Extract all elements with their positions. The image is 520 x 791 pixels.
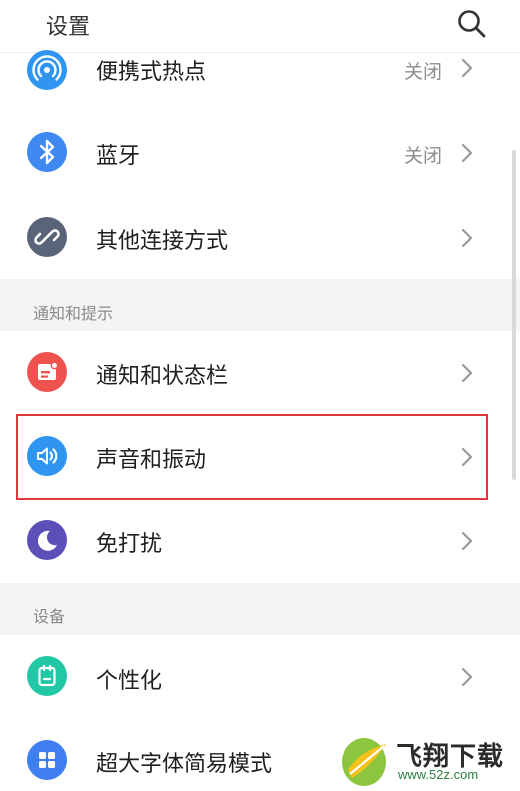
search-icon[interactable]	[455, 7, 489, 41]
settings-row-label: 便携式热点	[96, 60, 207, 85]
chevron-right-icon	[460, 57, 474, 79]
scrollbar[interactable]	[512, 150, 516, 480]
settings-row-label: 个性化	[96, 669, 163, 694]
settings-row-other-connections[interactable]: 其他连接方式	[0, 196, 520, 278]
section-header-notifications: 通知和提示	[0, 279, 520, 331]
notification-icon	[27, 352, 67, 392]
settings-row-label: 其他连接方式	[96, 229, 229, 254]
link-icon	[27, 217, 67, 257]
settings-row-do-not-disturb[interactable]: 免打扰	[0, 500, 520, 582]
settings-row-notifications[interactable]: 通知和状态栏	[0, 332, 520, 414]
status-value: 关闭	[403, 145, 442, 167]
header-bar: 设置	[0, 0, 520, 53]
settings-row-label: 免打扰	[96, 532, 163, 557]
personalize-icon	[27, 656, 67, 696]
watermark-url: www.52z.com	[398, 767, 479, 782]
section-header-device: 设备	[0, 583, 520, 635]
moon-icon	[27, 520, 67, 560]
settings-row-label: 超大字体简易模式	[96, 752, 273, 777]
chevron-right-icon	[460, 362, 474, 384]
chevron-right-icon	[460, 666, 474, 688]
settings-row-personalization[interactable]: 个性化	[0, 636, 520, 718]
settings-row-hotspot[interactable]: 便携式热点 关闭	[0, 50, 520, 111]
section-label: 通知和提示	[33, 304, 114, 323]
page-title: 设置	[46, 15, 91, 40]
chevron-right-icon	[460, 530, 474, 552]
chevron-right-icon	[460, 227, 474, 249]
highlight-box	[16, 414, 488, 500]
watermark-logo: 飞翔下载 www.52z.com	[338, 732, 520, 791]
leaf-logo-icon	[342, 738, 386, 786]
settings-row-label: 蓝牙	[96, 144, 141, 169]
settings-row-label: 通知和状态栏	[96, 364, 229, 389]
chevron-right-icon	[460, 142, 474, 164]
hotspot-icon	[27, 50, 67, 90]
status-value: 关闭	[403, 61, 442, 83]
grid-icon	[27, 740, 67, 780]
settings-row-bluetooth[interactable]: 蓝牙 关闭	[0, 112, 520, 194]
bluetooth-icon	[27, 132, 67, 172]
section-label: 设备	[33, 607, 66, 626]
